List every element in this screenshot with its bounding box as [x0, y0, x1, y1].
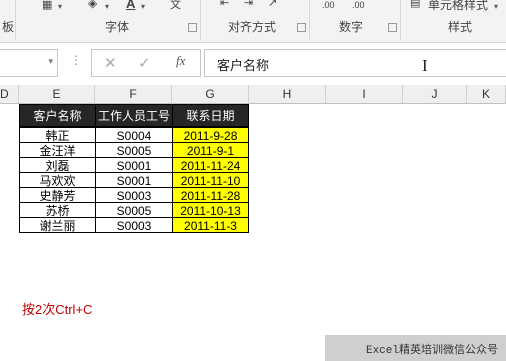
alignment-dialog-launcher-icon[interactable]	[297, 23, 306, 32]
cell-styles-icon[interactable]: ▤	[410, 0, 420, 9]
table-cell[interactable]: S0003	[95, 187, 173, 203]
table-cell-date[interactable]: 2011-11-10	[172, 172, 249, 188]
ribbon-group-font-label: 字体	[105, 20, 130, 34]
column-header-d[interactable]: D	[0, 85, 19, 104]
column-header-h[interactable]: H	[249, 85, 326, 104]
insert-function-button[interactable]: fx	[176, 53, 185, 69]
table-cell-date[interactable]: 2011-9-28	[172, 127, 249, 143]
ribbon-separator	[309, 0, 310, 40]
ribbon-group-styles-label: 样式	[448, 20, 473, 34]
table-cell-date[interactable]: 2011-11-28	[172, 187, 249, 203]
formula-bar: ▾ ⋮ ✕ ✓ fx 客户名称 I	[0, 43, 506, 83]
column-header-g[interactable]: G	[172, 85, 249, 104]
formula-input[interactable]: 客户名称	[204, 49, 506, 77]
table-cell[interactable]: 刘磊	[19, 157, 96, 173]
watermark-banner: Excel精英培训微信公众号	[325, 335, 506, 361]
table-cell[interactable]: S0001	[95, 157, 173, 173]
ribbon-separator	[15, 0, 16, 40]
ribbon-separator	[400, 0, 401, 40]
number-dialog-launcher-icon[interactable]	[388, 23, 397, 32]
column-header-j[interactable]: J	[403, 85, 467, 104]
cancel-icon[interactable]: ✕	[104, 54, 117, 72]
table-cell[interactable]: 苏桥	[19, 202, 96, 218]
phonetic-icon[interactable]: 文	[170, 0, 181, 12]
cell-styles-button[interactable]: 单元格样式	[428, 0, 488, 13]
enter-icon[interactable]: ✓	[138, 54, 151, 72]
table-cell-date[interactable]: 2011-9-1	[172, 142, 249, 158]
instruction-note: 按2次Ctrl+C	[22, 302, 93, 317]
increase-indent-icon[interactable]: ⇥	[244, 0, 253, 9]
decrease-indent-icon[interactable]: ⇤	[220, 0, 229, 9]
fill-color-icon[interactable]: ◈	[88, 0, 97, 10]
table-cell[interactable]: S0001	[95, 172, 173, 188]
column-header-e[interactable]: E	[19, 85, 95, 104]
worksheet-grid[interactable]: 客户名称 工作人员工号 联系日期 韩正 S0004 2011-9-28 金汪洋 …	[0, 104, 506, 361]
table-cell-date[interactable]: 2011-11-24	[172, 157, 249, 173]
column-header-k[interactable]: K	[467, 85, 506, 104]
table-cell[interactable]: S0004	[95, 127, 173, 143]
ribbon: 板 ▦ ▾ ◈ ▾ A ▾ 文 字体 ⇤ ⇥ ↗ 对齐方式 .00 .00 数字…	[0, 0, 506, 43]
table-cell[interactable]: 史静芳	[19, 187, 96, 203]
fill-color-dropdown-icon[interactable]: ▾	[105, 2, 109, 11]
table-cell[interactable]: S0003	[95, 217, 173, 233]
watermark-text: Excel精英培训微信公众号	[365, 345, 498, 357]
table-cell[interactable]: S0005	[95, 142, 173, 158]
name-box[interactable]: ▾	[0, 49, 58, 77]
table-cell[interactable]: 韩正	[19, 127, 96, 143]
formula-buttons: ✕ ✓ fx	[91, 49, 201, 77]
table-header-cell[interactable]: 客户名称	[19, 104, 96, 127]
formula-value: 客户名称	[217, 58, 270, 73]
table-cell[interactable]: 金汪洋	[19, 142, 96, 158]
name-box-dropdown-icon[interactable]: ▾	[48, 56, 53, 67]
table-header-cell[interactable]: 工作人员工号	[95, 104, 173, 127]
table-cell[interactable]: 谢兰丽	[19, 217, 96, 233]
column-header-f[interactable]: F	[95, 85, 172, 104]
ribbon-group-clipboard-label: 板	[2, 20, 15, 34]
ribbon-group-alignment-label: 对齐方式	[228, 20, 277, 34]
text-cursor-icon: I	[422, 56, 428, 75]
decrease-decimal-button[interactable]: .00	[352, 0, 365, 10]
ribbon-separator	[200, 0, 201, 40]
orientation-icon[interactable]: ↗	[268, 0, 277, 9]
cell-styles-dropdown-icon[interactable]: ▾	[494, 2, 498, 11]
column-header-i[interactable]: I	[326, 85, 403, 104]
table-cell[interactable]: S0005	[95, 202, 173, 218]
increase-decimal-button[interactable]: .00	[322, 0, 335, 10]
ribbon-group-number-label: 数字	[339, 20, 364, 34]
borders-icon[interactable]: ▦	[42, 0, 52, 11]
formula-bar-grip-icon[interactable]: ⋮	[70, 53, 82, 67]
table-cell[interactable]: 马欢欢	[19, 172, 96, 188]
font-color-dropdown-icon[interactable]: ▾	[141, 2, 145, 11]
table-cell-date[interactable]: 2011-11-3	[172, 217, 249, 233]
table-cell-date[interactable]: 2011-10-13	[172, 202, 249, 218]
font-color-icon[interactable]: A	[126, 0, 135, 11]
borders-dropdown-icon[interactable]: ▾	[58, 2, 62, 11]
table-header-cell[interactable]: 联系日期	[172, 104, 249, 127]
font-dialog-launcher-icon[interactable]	[188, 23, 197, 32]
